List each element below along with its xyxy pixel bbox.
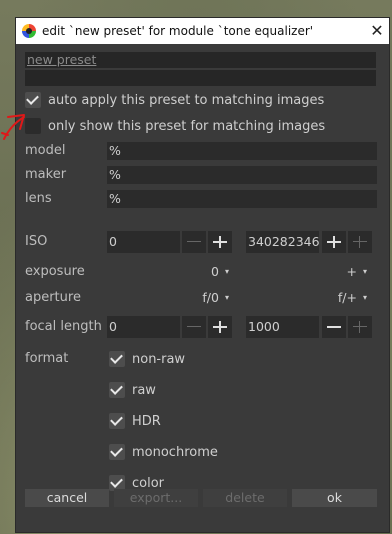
lens-input[interactable]: % [107, 190, 377, 208]
iso-max-input[interactable]: 340282346 [246, 231, 319, 253]
dialog-title: edit `new preset' for module `tone equal… [42, 24, 314, 38]
delete-button[interactable]: delete [203, 489, 287, 507]
focal-max-decrement-button[interactable] [322, 316, 346, 338]
preset-name-input[interactable]: new preset [25, 52, 376, 68]
maker-input[interactable]: % [107, 166, 377, 184]
hdr-checkbox[interactable] [109, 413, 125, 429]
exposure-min-select[interactable]: 0 ▾ [211, 263, 229, 281]
aperture-label: aperture [25, 290, 81, 305]
chevron-down-icon: ▾ [362, 267, 367, 276]
lens-label: lens [25, 191, 52, 206]
exposure-row: exposure 0 ▾ + ▾ [25, 263, 377, 281]
lens-row: lens % [25, 190, 377, 208]
exposure-label: exposure [25, 264, 85, 279]
iso-max-increment-button[interactable] [348, 231, 372, 253]
iso-min-input[interactable]: 0 [107, 231, 180, 253]
format-option-monochrome[interactable]: monochrome [109, 443, 218, 461]
focal-min-input[interactable]: 0 [107, 316, 180, 338]
focal-min-decrement-button[interactable] [182, 316, 206, 338]
darktable-app-icon [22, 24, 36, 38]
raw-label: raw [132, 382, 156, 398]
dialog-button-bar: cancel export... delete ok [25, 489, 377, 507]
format-option-non-raw[interactable]: non-raw [109, 350, 185, 368]
chevron-down-icon: ▾ [362, 293, 367, 302]
edit-preset-dialog: edit `new preset' for module `tone equal… [15, 17, 390, 533]
raw-checkbox[interactable] [109, 382, 125, 398]
non-raw-label: non-raw [132, 351, 186, 367]
iso-row: ISO 0 340282346 [25, 231, 377, 253]
aperture-max-value: f/+ [337, 290, 357, 305]
auto-apply-label: auto apply this preset to matching image… [48, 92, 325, 108]
maker-row: maker % [25, 166, 377, 184]
format-label: format [25, 351, 69, 366]
aperture-min-value: f/0 [202, 290, 219, 305]
aperture-max-select[interactable]: f/+ ▾ [338, 289, 367, 307]
focal-min-increment-button[interactable] [208, 316, 232, 338]
focal-length-label: focal length [25, 319, 102, 334]
format-option-hdr[interactable]: HDR [109, 412, 161, 430]
format-row: format [25, 350, 377, 368]
maker-label: maker [25, 167, 67, 182]
iso-label: ISO [25, 234, 48, 249]
aperture-row: aperture f/0 ▾ f/+ ▾ [25, 289, 377, 307]
export-button[interactable]: export... [114, 489, 198, 507]
exposure-max-value: + [346, 264, 357, 279]
ok-button[interactable]: ok [292, 489, 377, 507]
exposure-max-select[interactable]: + ▾ [347, 263, 368, 281]
iso-min-decrement-button[interactable] [182, 231, 206, 253]
cancel-button[interactable]: cancel [25, 489, 109, 507]
non-raw-checkbox[interactable] [109, 351, 125, 367]
model-input[interactable]: % [107, 142, 377, 160]
only-show-label: only show this preset for matching image… [48, 118, 326, 134]
close-icon[interactable]: ✕ [365, 18, 389, 44]
model-row: model % [25, 142, 377, 160]
only-show-checkbox-row[interactable]: only show this preset for matching image… [25, 117, 325, 135]
focal-max-input[interactable]: 1000 [246, 316, 319, 338]
hdr-label: HDR [132, 413, 161, 429]
iso-max-decrement-button[interactable] [322, 231, 346, 253]
monochrome-checkbox[interactable] [109, 444, 125, 460]
monochrome-label: monochrome [132, 444, 218, 460]
exposure-min-value: 0 [211, 264, 219, 279]
focal-max-increment-button[interactable] [348, 316, 372, 338]
chevron-down-icon: ▾ [224, 267, 229, 276]
aperture-min-select[interactable]: f/0 ▾ [202, 289, 229, 307]
chevron-down-icon: ▾ [224, 293, 229, 302]
only-show-checkbox[interactable] [25, 118, 41, 134]
dialog-content: new preset auto apply this preset to mat… [16, 44, 389, 532]
focal-length-row: focal length 0 1000 [25, 316, 377, 338]
auto-apply-checkbox-row[interactable]: auto apply this preset to matching image… [25, 91, 324, 109]
title-bar: edit `new preset' for module `tone equal… [16, 18, 389, 44]
format-option-raw[interactable]: raw [109, 381, 156, 399]
model-label: model [25, 143, 66, 158]
iso-min-increment-button[interactable] [208, 231, 232, 253]
preset-description-input[interactable] [25, 70, 376, 86]
auto-apply-checkbox[interactable] [25, 92, 41, 108]
